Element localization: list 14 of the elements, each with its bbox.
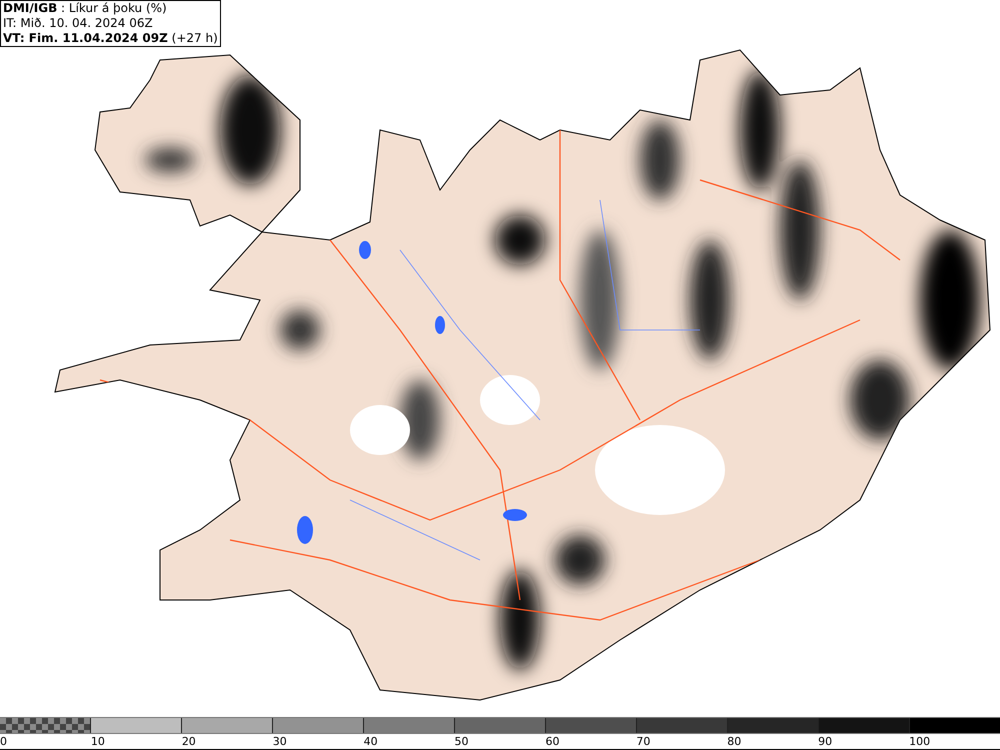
info-line: VT: Fim. 11.04.2024 09Z (+27 h) bbox=[3, 31, 218, 46]
legend-label: 50 bbox=[454, 734, 469, 749]
legend-label: 70 bbox=[636, 734, 650, 749]
legend-label: 20 bbox=[182, 734, 196, 749]
legend-label: 80 bbox=[727, 734, 742, 749]
legend-label: 30 bbox=[272, 734, 287, 749]
legend-label: 60 bbox=[545, 734, 560, 749]
legend-label: 90 bbox=[818, 734, 832, 749]
legend-label: 40 bbox=[364, 734, 378, 749]
legend-label: 10 bbox=[90, 734, 105, 749]
info-line: IT: Mið. 10. 04. 2024 06Z bbox=[3, 16, 154, 31]
info-line: DMI/IGB : Líkur á þoku (%) bbox=[3, 1, 168, 16]
legend-label: 0 bbox=[0, 734, 7, 749]
legend-label: 100 bbox=[909, 734, 930, 749]
